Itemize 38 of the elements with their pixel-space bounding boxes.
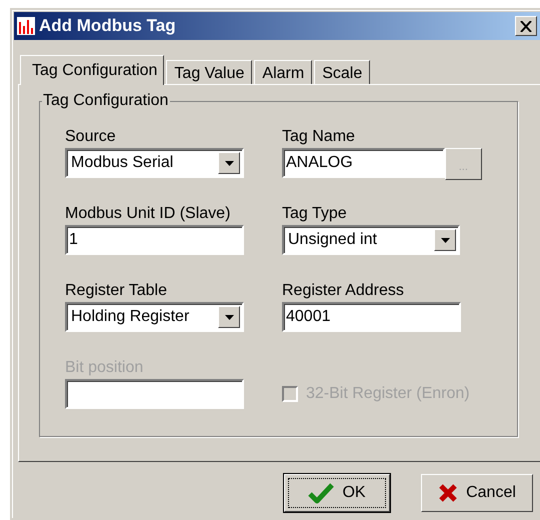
group-title: Tag Configuration bbox=[42, 92, 170, 110]
cross-icon bbox=[438, 483, 458, 503]
close-icon bbox=[520, 20, 532, 32]
tab[interactable]: Scale bbox=[314, 60, 370, 84]
dropdown[interactable]: Holding Register bbox=[65, 302, 244, 332]
cancel-button[interactable]: Cancel bbox=[421, 474, 533, 512]
text-field[interactable]: 1 bbox=[65, 225, 244, 255]
dropdown[interactable]: Modbus Serial bbox=[65, 148, 244, 178]
field-label: Tag Type bbox=[282, 205, 348, 223]
field-label: Source bbox=[65, 128, 117, 146]
caret-icon bbox=[224, 160, 234, 166]
dropdown-button[interactable] bbox=[218, 306, 240, 328]
tab[interactable]: Tag Value bbox=[166, 60, 252, 84]
tab[interactable]: Tag Configuration bbox=[20, 55, 164, 85]
field-label: Modbus Unit ID (Slave) bbox=[65, 205, 232, 223]
checkmark-icon bbox=[308, 482, 334, 504]
field-value: ANALOG bbox=[286, 154, 353, 172]
bar-chart-icon bbox=[17, 17, 35, 35]
dropdown-button[interactable] bbox=[434, 229, 456, 251]
dropdown-value: Modbus Serial bbox=[71, 154, 174, 172]
text-field[interactable]: ANALOG bbox=[282, 148, 445, 178]
field-value: 40001 bbox=[286, 308, 330, 326]
window-title: Add Modbus Tag bbox=[39, 16, 177, 36]
dropdown-value: Unsigned int bbox=[288, 231, 378, 249]
ok-button[interactable]: OK bbox=[284, 474, 390, 512]
dropdown-button[interactable] bbox=[218, 152, 240, 174]
field-label: Register Table bbox=[65, 282, 168, 300]
field-label: Register Address bbox=[282, 282, 405, 300]
field-label: Tag Name bbox=[282, 128, 356, 146]
caret-icon bbox=[440, 238, 450, 242]
tab[interactable]: Alarm bbox=[254, 60, 312, 84]
caret-icon bbox=[224, 314, 234, 320]
dropdown-value: Holding Register bbox=[71, 308, 190, 326]
field-value: 1 bbox=[69, 231, 78, 249]
text-field[interactable] bbox=[65, 379, 244, 409]
dropdown[interactable]: Unsigned int bbox=[282, 225, 460, 255]
text-field[interactable]: 40001 bbox=[282, 302, 461, 332]
close-button[interactable] bbox=[515, 16, 537, 36]
